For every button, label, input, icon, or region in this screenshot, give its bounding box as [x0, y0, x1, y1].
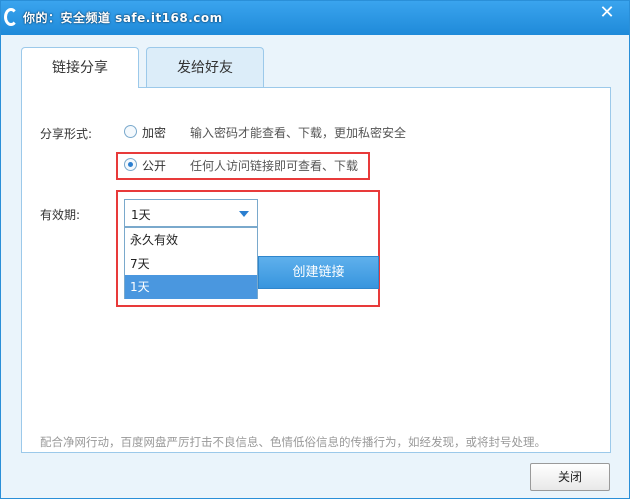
validity-label: 有效期:	[40, 208, 81, 222]
validity-select[interactable]: 1天	[124, 199, 258, 227]
close-button[interactable]: 关闭	[530, 463, 610, 491]
policy-notice: 配合净网行动，百度网盘严厉打击不良信息、色情低俗信息的传播行为，如经发现，或将封…	[40, 435, 546, 449]
public-hint: 任何人访问链接即可查看、下载	[190, 159, 359, 173]
link-share-panel: 分享形式: 加密 输入密码才能查看、下载，更加私密安全 公开 任何人访问链接即可…	[21, 87, 611, 453]
tab-link-share[interactable]: 链接分享	[21, 47, 139, 88]
tab-send-to-friend[interactable]: 发给好友	[146, 47, 264, 87]
baidu-cloud-logo-icon	[4, 8, 18, 26]
radio-encrypted-label[interactable]: 加密	[142, 124, 166, 141]
validity-option-7days[interactable]: 7天	[125, 252, 257, 276]
create-link-button[interactable]: 创建链接	[258, 256, 379, 289]
validity-dropdown: 永久有效 7天 1天	[124, 227, 258, 299]
encrypted-hint: 输入密码才能查看、下载，更加私密安全	[190, 126, 407, 140]
radio-encrypted[interactable]	[124, 125, 137, 138]
title-bar: 你的：安全频道 safe.it168.com ✕	[1, 1, 629, 35]
radio-public-label[interactable]: 公开	[142, 157, 166, 174]
validity-option-forever[interactable]: 永久有效	[125, 228, 257, 252]
share-form-label: 分享形式:	[40, 127, 93, 141]
share-dialog: 你的：安全频道 safe.it168.com ✕ 链接分享 发给好友 分享形式:…	[0, 0, 630, 499]
title-watermark: 你的：安全频道 safe.it168.com	[23, 11, 223, 25]
chevron-down-icon[interactable]	[239, 211, 249, 217]
validity-selected-value: 1天	[131, 208, 151, 222]
validity-option-1day[interactable]: 1天	[125, 275, 257, 299]
close-icon[interactable]: ✕	[599, 4, 615, 22]
radio-public[interactable]	[124, 158, 137, 171]
